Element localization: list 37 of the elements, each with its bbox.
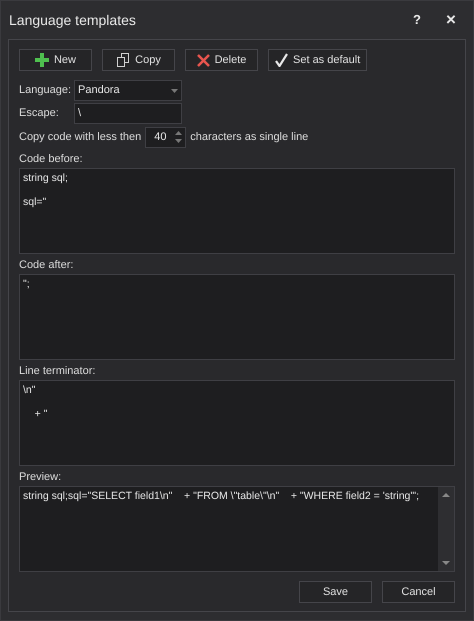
close-button[interactable]: ×	[437, 7, 465, 33]
code-field[interactable]: string sql; sql="	[19, 168, 455, 254]
toolbar-button[interactable]: Copy	[102, 49, 175, 71]
section-label: Line terminator:	[19, 364, 96, 379]
cross-icon	[196, 54, 210, 66]
code-text: string sql;sql="SELECT field1\n" + "FROM \"table\"\n" + "WHERE field2 = 'string'";	[23, 490, 420, 502]
spinner-arrows-icon	[175, 130, 182, 144]
window-title: Language templates	[9, 10, 137, 30]
check-icon	[275, 53, 288, 67]
dialog-button[interactable]: Save	[299, 581, 372, 603]
field-label: characters as single line	[190, 130, 308, 145]
dialog-button[interactable]: Cancel	[382, 581, 455, 603]
field-label: Escape:	[19, 106, 60, 122]
code-field[interactable]: ";	[19, 274, 455, 360]
help-button[interactable]: ?	[403, 10, 431, 30]
code-text: ";	[23, 278, 31, 290]
scroll-up-icon	[442, 493, 450, 497]
language-dropdown[interactable]: Pandora	[74, 80, 182, 101]
plus-icon	[34, 53, 49, 67]
section-label: Code after:	[19, 258, 74, 273]
section-label: Preview:	[19, 470, 62, 485]
section-label: Code before:	[19, 152, 84, 167]
dropdown-arrow-icon	[171, 88, 178, 92]
toolbar-button[interactable]: Delete	[185, 49, 258, 71]
code-text: string sql; sql="	[23, 172, 69, 208]
toolbar-button[interactable]: New	[19, 49, 92, 71]
field-label: Copy code with less then	[19, 130, 142, 145]
escape-field[interactable]: \	[74, 103, 182, 124]
code-field[interactable]: string sql;sql="SELECT field1\n" + "FROM \"table\"\n" + "WHERE field2 = 'string'";	[19, 486, 455, 572]
field-label: Language:	[19, 83, 72, 98]
code-field[interactable]: \n" + "	[19, 380, 455, 466]
scroll-down-icon	[442, 561, 450, 565]
toolbar-button[interactable]: Set as default	[268, 49, 368, 71]
number-spinner[interactable]: 40	[145, 126, 186, 148]
copy-icon	[116, 53, 130, 67]
scrollbar[interactable]	[438, 487, 454, 571]
code-text: \n" + "	[23, 384, 48, 420]
